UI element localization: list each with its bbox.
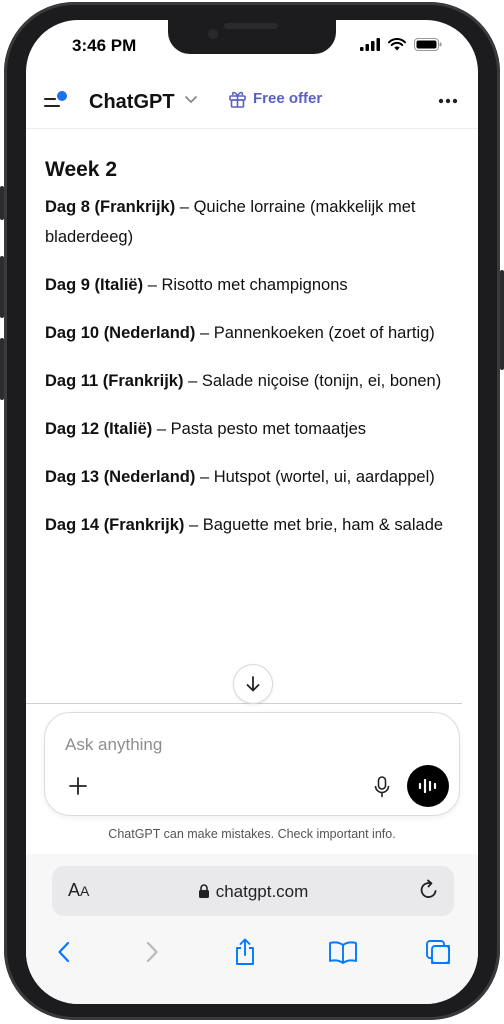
forward-icon bbox=[146, 941, 158, 963]
browser-toolbar bbox=[26, 932, 478, 972]
disclaimer: ChatGPT can make mistakes. Check importa… bbox=[108, 827, 396, 841]
meal-list: Dag 8 (Frankrijk) – Quiche lorraine (mak… bbox=[45, 192, 465, 540]
share-icon bbox=[236, 938, 254, 965]
signal-icon bbox=[360, 38, 380, 51]
status-time: 3:46 PM bbox=[72, 36, 137, 55]
week-heading: Week 2 bbox=[45, 158, 117, 181]
reload-icon[interactable] bbox=[418, 879, 440, 901]
meal-day: Dag 10 (Nederland) bbox=[45, 324, 196, 342]
tabs-icon bbox=[426, 940, 450, 964]
meal-item: Dag 14 (Frankrijk) – Baguette met brie, … bbox=[45, 510, 465, 540]
scroll-down-button[interactable] bbox=[233, 664, 273, 704]
message-content: Week 2 Dag 8 (Frankrijk) – Quiche lorrai… bbox=[45, 158, 465, 558]
meal-day: Dag 8 (Frankrijk) bbox=[45, 198, 176, 216]
bookmarks-icon bbox=[329, 941, 357, 964]
lock-icon bbox=[198, 884, 209, 898]
url-display[interactable]: chatgpt.com bbox=[52, 882, 454, 902]
phone-side-button bbox=[0, 186, 4, 220]
meal-item: Dag 11 (Frankrijk) – Salade niçoise (ton… bbox=[45, 366, 465, 396]
phone-side-button bbox=[500, 270, 504, 370]
meal-dish: – Risotto met champignons bbox=[143, 276, 348, 294]
tabs-button[interactable] bbox=[422, 936, 454, 968]
screen: 3:46 PM ChatGPT Free offer Week 2 Dag 8 … bbox=[26, 20, 478, 1004]
app-title[interactable]: ChatGPT bbox=[89, 91, 175, 114]
status-icons bbox=[360, 38, 442, 51]
phone-side-button bbox=[0, 338, 4, 400]
phone-side-button bbox=[0, 256, 4, 318]
notch bbox=[168, 20, 336, 54]
share-button[interactable] bbox=[229, 936, 261, 968]
meal-dish: – Baguette met brie, ham & salade bbox=[184, 516, 444, 534]
plus-button[interactable] bbox=[65, 773, 91, 799]
meal-dish: – Pasta pesto met tomaatjes bbox=[152, 420, 366, 438]
gift-icon bbox=[229, 91, 246, 108]
browser-chrome: AA chatgpt.com bbox=[26, 854, 478, 1004]
meal-item: Dag 12 (Italië) – Pasta pesto met tomaat… bbox=[45, 414, 465, 444]
meal-dish: – Hutspot (wortel, ui, aardappel) bbox=[195, 468, 435, 486]
voice-icon bbox=[418, 778, 437, 794]
bookmarks-button[interactable] bbox=[327, 936, 359, 968]
speaker bbox=[224, 23, 278, 29]
meal-day: Dag 14 (Frankrijk) bbox=[45, 516, 185, 534]
meal-dish: – Pannenkoeken (zoet of hartig) bbox=[195, 324, 435, 342]
meal-day: Dag 9 (Italië) bbox=[45, 276, 144, 294]
status-bar: 3:46 PM bbox=[26, 20, 478, 70]
meal-item: Dag 10 (Nederland) – Pannenkoeken (zoet … bbox=[45, 318, 465, 348]
menu-icon[interactable] bbox=[44, 90, 70, 112]
chevron-down-icon[interactable] bbox=[184, 95, 198, 105]
camera-dot bbox=[208, 29, 218, 39]
app-header: ChatGPT Free offer bbox=[26, 82, 478, 126]
url-bar[interactable]: AA chatgpt.com bbox=[52, 866, 454, 916]
content-divider bbox=[26, 703, 462, 704]
voice-mode-button[interactable] bbox=[407, 765, 449, 807]
more-icon[interactable] bbox=[438, 98, 458, 104]
meal-item: Dag 9 (Italië) – Risotto met champignons bbox=[45, 270, 465, 300]
free-offer-button[interactable]: Free offer bbox=[228, 89, 322, 108]
meal-item: Dag 13 (Nederland) – Hutspot (wortel, ui… bbox=[45, 462, 465, 492]
back-icon bbox=[58, 941, 70, 963]
mic-icon bbox=[374, 776, 390, 798]
url-text: chatgpt.com bbox=[215, 882, 309, 901]
header-divider bbox=[26, 128, 478, 129]
message-input[interactable]: Ask anything bbox=[65, 735, 162, 755]
wifi-icon bbox=[388, 38, 406, 51]
meal-day: Dag 11 (Frankrijk) bbox=[45, 372, 184, 390]
meal-day: Dag 12 (Italië) bbox=[45, 420, 153, 438]
back-button[interactable] bbox=[48, 936, 80, 968]
meal-day: Dag 13 (Nederland) bbox=[45, 468, 196, 486]
forward-button[interactable] bbox=[136, 936, 168, 968]
arrow-down-icon bbox=[246, 676, 260, 692]
composer[interactable]: Ask anything bbox=[44, 712, 460, 816]
free-offer-label: Free offer bbox=[253, 90, 323, 107]
plus-icon bbox=[69, 777, 87, 795]
meal-item: Dag 8 (Frankrijk) – Quiche lorraine (mak… bbox=[45, 192, 465, 252]
mic-button[interactable] bbox=[369, 773, 395, 801]
meal-dish: – Salade niçoise (tonijn, ei, bonen) bbox=[183, 372, 442, 390]
battery-icon bbox=[414, 38, 442, 51]
